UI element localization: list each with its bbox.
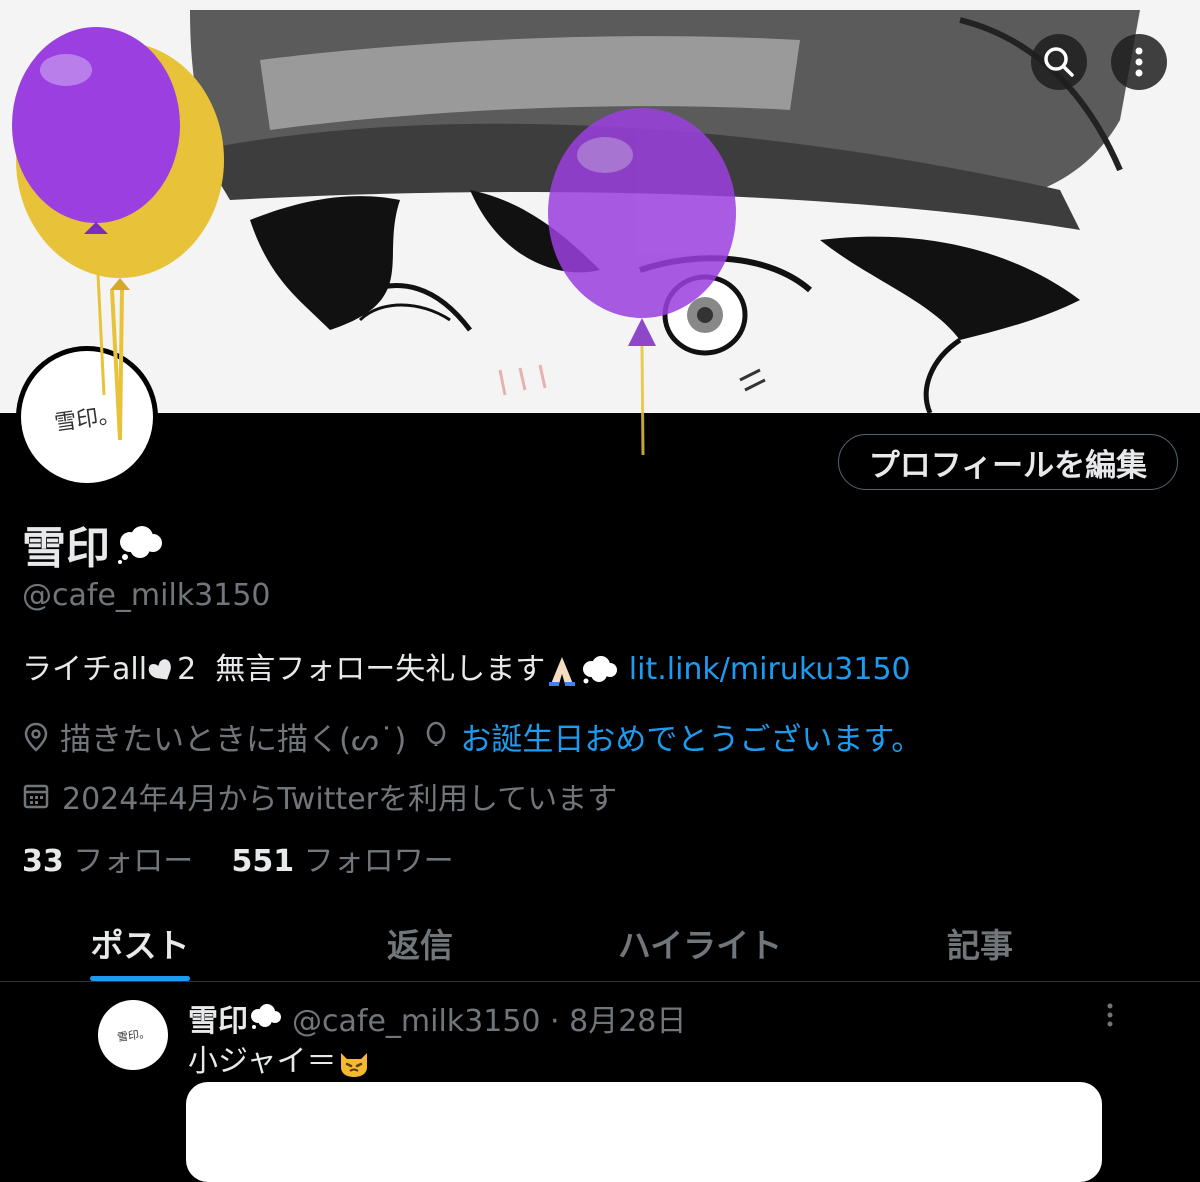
search-button[interactable]	[1031, 34, 1087, 90]
edit-profile-button[interactable]: プロフィールを編集	[838, 434, 1178, 490]
post-meta: @cafe_milk3150 · 8月28日	[292, 1004, 687, 1039]
birthday-link[interactable]: お誕生日おめでとうございます。	[460, 714, 922, 759]
display-name: 雪印	[22, 512, 164, 576]
post-avatar-text: 雪印。	[115, 1026, 151, 1045]
heart-emoji	[148, 658, 171, 680]
tab-highlights-label: ハイライト	[617, 926, 783, 965]
profile-bio: ライチall 2 無言フォロー失礼します lit.link/miruku3150	[22, 644, 911, 688]
joined-text: 2024年4月からTwitterを利用しています	[62, 782, 618, 817]
followers-link[interactable]: 551 フォロワー	[231, 844, 453, 879]
profile-meta-row: 描きたいときに描く(ᔕ˙) お誕生日おめでとうございます。	[22, 714, 922, 759]
following-count: 33	[22, 844, 64, 879]
thought-bubble-emoji	[583, 655, 618, 683]
tab-replies-label: 返信	[387, 926, 453, 965]
search-icon	[1044, 47, 1074, 77]
location-text: 描きたいときに描く(ᔕ˙)	[60, 722, 407, 758]
post-text-content: 小ジャイ＝	[188, 1044, 337, 1079]
bio-number: 2	[177, 652, 197, 687]
tab-highlights[interactable]: ハイライト	[600, 905, 800, 981]
bio-link[interactable]: lit.link/miruku3150	[629, 652, 911, 687]
followers-count: 551	[231, 844, 295, 879]
post-avatar[interactable]: 雪印。	[98, 1000, 168, 1070]
display-name-text: 雪印	[22, 523, 110, 574]
tab-posts-label: ポスト	[90, 926, 190, 965]
bio-text: ライチall	[22, 652, 148, 687]
balloon-icon	[427, 721, 446, 746]
post-header: 雪印 @cafe_milk3150 · 8月28日	[188, 996, 686, 1040]
cat-emoji	[340, 1052, 367, 1077]
follow-stats: 33 フォロー 551 フォロワー	[22, 836, 454, 880]
thought-bubble-emoji	[251, 1004, 281, 1029]
following-link[interactable]: 33 フォロー	[22, 844, 193, 879]
joined-date: 2024年4月からTwitterを利用しています	[22, 774, 617, 818]
post-media[interactable]	[186, 1082, 1102, 1182]
post-more-icon[interactable]	[1098, 1000, 1122, 1030]
user-handle: @cafe_milk3150	[22, 578, 271, 613]
banner-illustration	[0, 0, 1200, 413]
active-tab-indicator	[90, 976, 190, 981]
tab-articles-label: 記事	[947, 926, 1013, 965]
followers-label: フォロワー	[303, 844, 454, 879]
calendar-icon	[23, 784, 49, 809]
profile-avatar[interactable]: 雪印。	[16, 346, 158, 488]
thought-bubble-emoji	[118, 526, 162, 564]
tab-posts[interactable]: ポスト	[90, 905, 190, 981]
profile-tabs: ポスト 返信 ハイライト 記事	[0, 905, 1200, 982]
post-text: 小ジャイ＝	[188, 1036, 371, 1080]
tab-replies[interactable]: 返信	[360, 905, 480, 981]
profile-banner[interactable]	[0, 0, 1200, 413]
location-pin-icon	[24, 722, 48, 752]
more-vertical-icon	[1135, 47, 1143, 77]
avatar-text: 雪印。	[52, 402, 122, 437]
more-options-button[interactable]	[1111, 34, 1167, 90]
following-label: フォロー	[73, 844, 194, 879]
bio-text-2: 無言フォロー失礼します	[215, 652, 546, 687]
praying-hands-emoji	[549, 656, 576, 686]
post-author-name[interactable]: 雪印	[188, 996, 248, 1040]
tab-articles[interactable]: 記事	[920, 905, 1040, 981]
